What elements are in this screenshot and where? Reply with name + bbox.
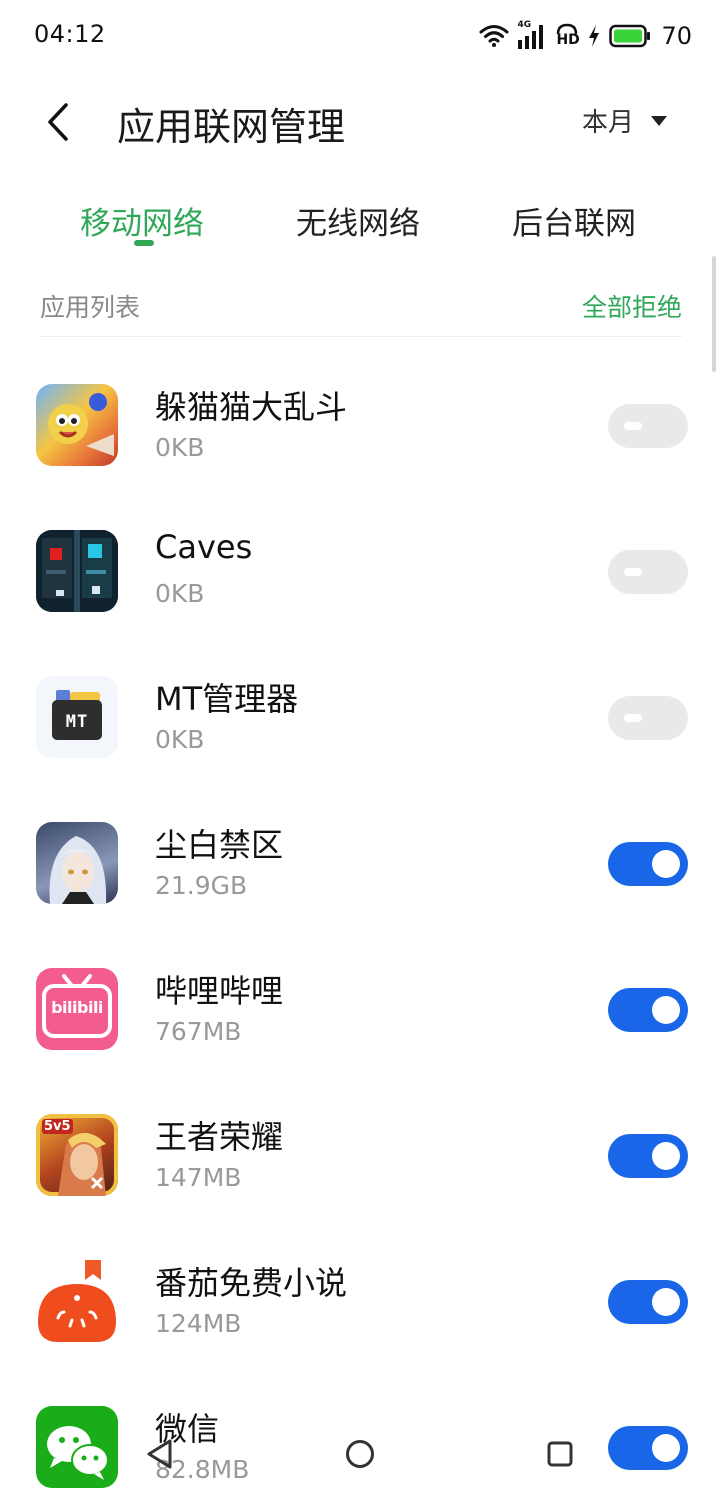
hd-label: HD [556, 32, 580, 48]
app-data-usage: 0KB [155, 725, 205, 754]
network-type-tabs: 移动网络 无线网络 后台联网 [0, 190, 720, 260]
network-toggle[interactable] [608, 842, 688, 886]
app-name: 躲猫猫大乱斗 [155, 388, 348, 426]
network-toggle[interactable] [608, 1134, 688, 1178]
mt-icon-text: MT [65, 712, 89, 732]
top-app-bar: 应用联网管理 本月 [0, 82, 720, 162]
period-label: 本月 [581, 108, 634, 138]
battery-level: 70 [661, 22, 692, 50]
app-network-management-screen: 04:12 4G HD 70 应用联网管理 本月 移动网络 无线网络 后台联网 … [0, 0, 720, 1488]
scrollbar[interactable] [712, 256, 716, 372]
app-name: Caves [155, 528, 253, 566]
list-item: 番茄免费小说 124MB [0, 1260, 720, 1406]
app-list-header: 应用列表 全部拒绝 [40, 286, 682, 337]
app-data-usage: 0KB [155, 579, 205, 608]
app-name: 哔哩哔哩 [155, 972, 284, 1010]
list-item: bilibili 哔哩哔哩 767MB [0, 968, 720, 1114]
page-title: 应用联网管理 [117, 105, 346, 149]
nav-back-triangle-icon [147, 1439, 172, 1469]
status-time: 04:12 [34, 20, 106, 48]
app-name: 尘白禁区 [155, 826, 284, 864]
nav-back-button[interactable] [140, 1434, 180, 1474]
app-data-usage: 0KB [155, 433, 205, 462]
network-toggle[interactable] [608, 696, 688, 740]
nav-recents-button[interactable] [540, 1434, 580, 1474]
list-item: 5v5 王者荣耀 147MB [0, 1114, 720, 1260]
tab-wifi-network[interactable]: 无线网络 [296, 198, 420, 243]
nav-home-button[interactable] [340, 1434, 380, 1474]
period-dropdown[interactable]: 本月 [582, 102, 668, 139]
battery-icon [609, 24, 651, 48]
toggle-knob [624, 422, 642, 430]
app-data-usage: 147MB [155, 1163, 242, 1192]
app-list-title: 应用列表 [40, 293, 141, 322]
list-item: 尘白禁区 21.9GB [0, 822, 720, 968]
toggle-knob [652, 1142, 680, 1170]
bilibili-logo-text: bilibili [51, 998, 103, 1017]
bilibili-icon: bilibili [36, 968, 118, 1050]
tomato-novel-icon [36, 1260, 118, 1342]
app-name: 番茄免费小说 [155, 1264, 348, 1302]
network-toggle[interactable] [608, 1280, 688, 1324]
honor-of-kings-icon: 5v5 [36, 1114, 118, 1196]
active-tab-indicator [134, 240, 154, 246]
app-name: MT管理器 [155, 680, 299, 718]
list-item: MT MT管理器 0KB [0, 676, 720, 822]
tab-background-network[interactable]: 后台联网 [512, 198, 636, 243]
cellular-signal-icon: 4G [517, 20, 547, 50]
toggle-knob [652, 850, 680, 878]
list-item: 躲猫猫大乱斗 0KB [0, 384, 720, 530]
network-toggle[interactable] [608, 550, 688, 594]
toggle-knob [652, 996, 680, 1024]
wifi-icon [479, 25, 509, 47]
deny-all-button[interactable]: 全部拒绝 [582, 288, 682, 324]
snowbreak-game-icon [36, 822, 118, 904]
mt-manager-icon: MT [36, 676, 118, 758]
tab-mobile-network[interactable]: 移动网络 [80, 198, 204, 243]
toggle-knob [624, 568, 642, 576]
app-data-usage: 124MB [155, 1309, 242, 1338]
toggle-knob [652, 1288, 680, 1316]
hide-and-seek-game-icon [36, 384, 118, 466]
game-mode-badge: 5v5 [42, 1119, 73, 1134]
dropdown-triangle-icon [651, 115, 667, 126]
network-toggle[interactable] [608, 988, 688, 1032]
app-name: 王者荣耀 [155, 1118, 284, 1156]
caves-game-icon [36, 530, 118, 612]
system-navigation-bar [0, 1420, 720, 1488]
nav-home-circle-icon [346, 1440, 374, 1468]
charging-bolt-icon [589, 25, 600, 47]
toggle-knob [624, 714, 642, 722]
hd-voice-icon: HD [555, 22, 580, 50]
back-button[interactable] [30, 94, 86, 150]
back-arrow-icon [48, 103, 68, 141]
network-toggle[interactable] [608, 404, 688, 448]
app-data-usage: 767MB [155, 1017, 242, 1046]
list-item: Caves 0KB [0, 528, 720, 676]
status-icons: 4G HD 70 [479, 20, 692, 52]
app-data-usage: 21.9GB [155, 871, 248, 900]
nav-recents-square-icon [547, 1441, 573, 1467]
status-bar: 04:12 4G HD 70 [0, 0, 720, 72]
